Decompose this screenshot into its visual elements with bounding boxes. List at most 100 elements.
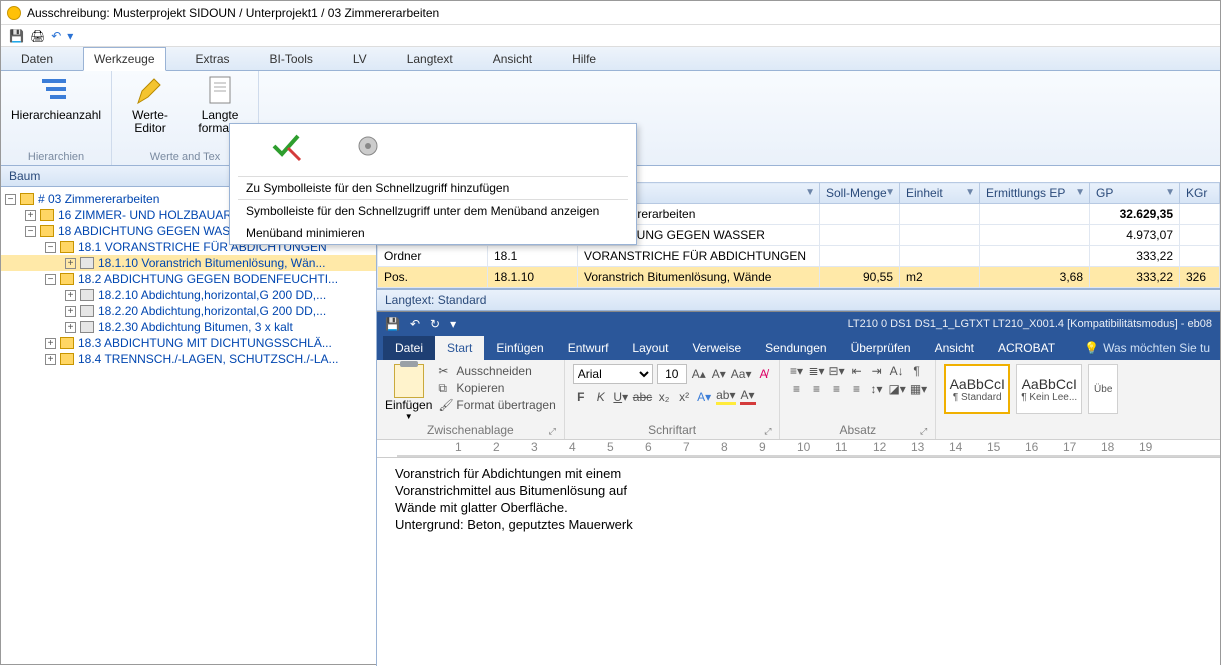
col-einheit[interactable]: Einheit (906, 186, 943, 200)
toggle-icon[interactable]: + (65, 322, 76, 333)
borders-icon[interactable]: ▦▾ (910, 382, 927, 396)
superscript-icon[interactable]: x² (676, 390, 692, 404)
line-spacing-icon[interactable]: ↕▾ (868, 382, 884, 396)
toggle-icon[interactable]: − (25, 226, 36, 237)
tab-langtext[interactable]: Langtext (397, 48, 463, 70)
multilevel-icon[interactable]: ⊟▾ (829, 364, 845, 378)
filter-icon[interactable]: ▼ (1165, 187, 1175, 198)
shrink-font-icon[interactable]: A▾ (711, 367, 727, 381)
dialog-launcher-icon[interactable]: ⤢ (764, 426, 771, 437)
toggle-icon[interactable]: + (45, 354, 56, 365)
show-marks-icon[interactable]: ¶ (909, 364, 925, 378)
grow-font-icon[interactable]: A▴ (691, 367, 707, 381)
word-tab-entwurf[interactable]: Entwurf (556, 336, 621, 360)
word-tab-sendungen[interactable]: Sendungen (753, 336, 838, 360)
cm-show-qat-below[interactable]: Symbolleiste für den Schnellzugriff unte… (230, 200, 636, 222)
col-sollmenge[interactable]: Soll-Menge (826, 186, 887, 200)
align-center-icon[interactable]: ≡ (808, 382, 824, 396)
undo-icon[interactable]: ↶ (51, 29, 61, 43)
bullets-icon[interactable]: ≡▾ (788, 364, 804, 378)
clear-format-icon[interactable]: A̸ (755, 367, 771, 381)
font-size-input[interactable] (657, 364, 687, 384)
tree-node[interactable]: 18.3 ABDICHTUNG MIT DICHTUNGSSCHLÄ... (78, 336, 332, 350)
word-save-icon[interactable]: 💾 (385, 317, 400, 331)
align-right-icon[interactable]: ≡ (828, 382, 844, 396)
word-tab-einfuegen[interactable]: Einfügen (484, 336, 555, 360)
copy-button[interactable]: ⧉Kopieren (438, 381, 555, 395)
toggle-icon[interactable]: + (25, 210, 36, 221)
tree-node[interactable]: 18 ABDICHTUNG GEGEN WASSER (58, 224, 255, 238)
font-name-select[interactable]: Arial (573, 364, 653, 384)
align-left-icon[interactable]: ≡ (788, 382, 804, 396)
table-row[interactable]: Ordner18.1VORANSTRICHE FÜR ABDICHTUNGEN3… (378, 246, 1220, 267)
dialog-launcher-icon[interactable]: ⤢ (549, 426, 556, 437)
toggle-icon[interactable]: + (65, 290, 76, 301)
word-undo-icon[interactable]: ↶ (410, 317, 420, 331)
justify-icon[interactable]: ≡ (848, 382, 864, 396)
word-document-body[interactable]: Voranstrich für Abdichtungen mit einem V… (377, 458, 1220, 666)
tab-bitools[interactable]: BI-Tools (260, 48, 323, 70)
werte-editor-button[interactable]: Werte- Editor (122, 75, 178, 135)
strike-icon[interactable]: abc (633, 390, 652, 404)
tab-daten[interactable]: Daten (11, 48, 63, 70)
toggle-icon[interactable]: + (45, 338, 56, 349)
filter-icon[interactable]: ▼ (885, 187, 895, 198)
italic-icon[interactable]: K (593, 390, 609, 404)
col-kgr[interactable]: KGr (1186, 186, 1207, 200)
style-kein-leerraum[interactable]: AaBbCcI¶ Kein Lee... (1016, 364, 1082, 414)
tab-extras[interactable]: Extras (186, 48, 240, 70)
word-tab-start[interactable]: Start (435, 336, 484, 360)
word-qat-more-icon[interactable]: ▾ (450, 317, 456, 331)
style-standard[interactable]: AaBbCcI¶ Standard (944, 364, 1010, 414)
sort-icon[interactable]: A↓ (889, 364, 905, 378)
qat-dropdown-icon[interactable]: ▾ (67, 29, 73, 43)
check-pencil-icon[interactable] (270, 130, 302, 162)
word-tab-layout[interactable]: Layout (620, 336, 680, 360)
word-tab-datei[interactable]: Datei (383, 336, 435, 360)
tree-node[interactable]: 18.4 TRENNSCH./-LAGEN, SCHUTZSCH./-LA... (78, 352, 339, 366)
tree-node[interactable]: 18.2.10 Abdichtung,horizontal,G 200 DD,.… (98, 288, 326, 302)
text-effect-icon[interactable]: A▾ (696, 390, 712, 404)
toggle-icon[interactable]: + (65, 258, 76, 269)
hierarchieanzahl-button[interactable]: Hierarchieanzahl (11, 75, 101, 122)
bold-icon[interactable]: F (573, 390, 589, 404)
tree-node[interactable]: 18.2.30 Abdichtung Bitumen, 3 x kalt (98, 320, 293, 334)
tree-view[interactable]: −# 03 Zimmererarbeiten +16 ZIMMER- UND H… (1, 187, 376, 666)
word-tab-ansicht[interactable]: Ansicht (923, 336, 986, 360)
toggle-icon[interactable]: + (65, 306, 76, 317)
tree-node[interactable]: # 03 Zimmererarbeiten (38, 192, 159, 206)
tab-hilfe[interactable]: Hilfe (562, 48, 606, 70)
tab-lv[interactable]: LV (343, 48, 377, 70)
subscript-icon[interactable]: x₂ (656, 390, 672, 404)
print-icon[interactable]: 🖨 (30, 29, 45, 43)
numbering-icon[interactable]: ≣▾ (808, 364, 824, 378)
highlight-icon[interactable]: ab▾ (716, 388, 735, 405)
filter-icon[interactable]: ▼ (1075, 187, 1085, 198)
indent-icon[interactable]: ⇥ (869, 364, 885, 378)
word-tab-ueberpruefen[interactable]: Überprüfen (839, 336, 923, 360)
tree-node-selected[interactable]: 18.1.10 Voranstrich Bitumenlösung, Wän..… (98, 256, 325, 270)
word-tab-acrobat[interactable]: ACROBAT (986, 336, 1067, 360)
toggle-icon[interactable]: − (5, 194, 16, 205)
tab-werkzeuge[interactable]: Werkzeuge (83, 47, 165, 71)
save-icon[interactable]: 💾 (9, 29, 24, 43)
outdent-icon[interactable]: ⇤ (849, 364, 865, 378)
cm-add-to-qat[interactable]: Zu Symbolleiste für den Schnellzugriff h… (230, 177, 636, 199)
col-gp[interactable]: GP (1096, 186, 1113, 200)
col-ermittlungs-ep[interactable]: Ermittlungs EP (986, 186, 1065, 200)
filter-icon[interactable]: ▼ (805, 187, 815, 198)
tree-node[interactable]: 18.2 ABDICHTUNG GEGEN BODENFEUCHTI... (78, 272, 338, 286)
toggle-icon[interactable]: − (45, 274, 56, 285)
paste-button[interactable]: Einfügen▼ (385, 364, 432, 421)
cut-button[interactable]: ✂Ausschneiden (438, 364, 555, 378)
gear-icon[interactable] (352, 130, 384, 162)
word-ruler[interactable]: 12345678910111213141516171819 (377, 440, 1220, 458)
cm-minimize-ribbon[interactable]: Menüband minimieren (230, 222, 636, 244)
tab-ansicht[interactable]: Ansicht (483, 48, 542, 70)
table-row[interactable]: Pos.18.1.10Voranstrich Bitumenlösung, Wä… (378, 267, 1220, 288)
word-redo-icon[interactable]: ↻ (430, 317, 440, 331)
word-tab-verweise[interactable]: Verweise (680, 336, 753, 360)
dialog-launcher-icon[interactable]: ⤢ (920, 426, 927, 437)
shading-icon[interactable]: ◪▾ (888, 382, 905, 396)
filter-icon[interactable]: ▼ (965, 187, 975, 198)
